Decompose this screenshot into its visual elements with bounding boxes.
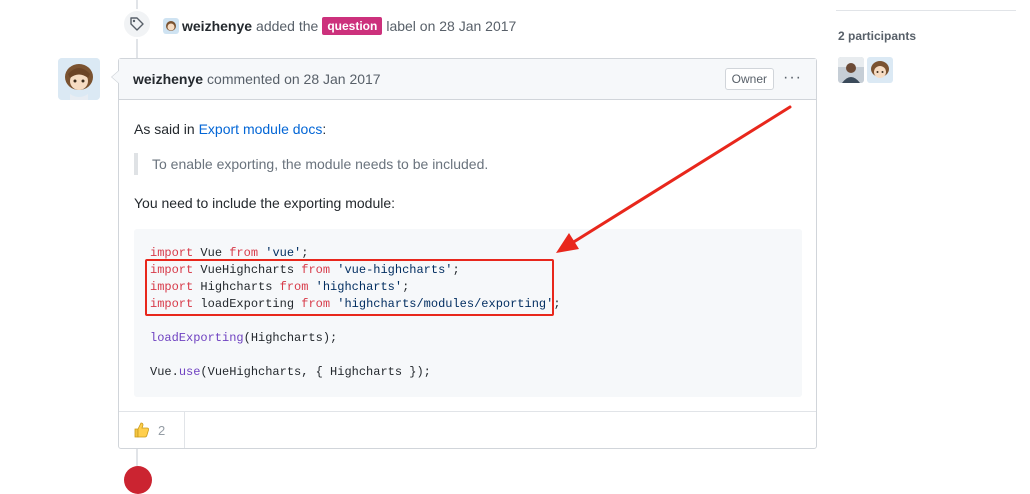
sidebar: 2 participants [836, 0, 1030, 476]
sidebar-divider [836, 10, 1016, 11]
next-event-badge [124, 466, 152, 494]
participant-1-avatar[interactable] [838, 57, 864, 83]
participants-title: 2 participants [838, 29, 917, 43]
participant-2-avatar[interactable] [867, 57, 893, 83]
